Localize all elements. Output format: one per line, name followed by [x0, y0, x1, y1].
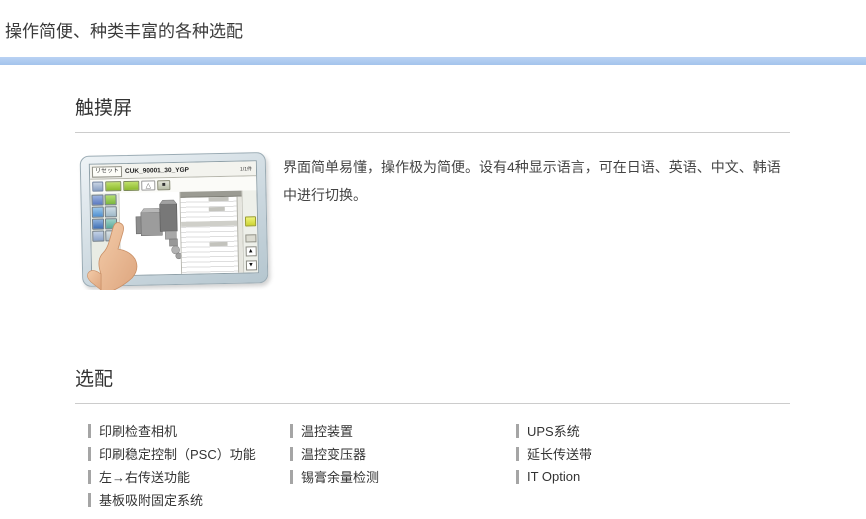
toolbar-green-button	[123, 181, 139, 191]
option-label: 印刷稳定控制（PSC）功能	[99, 444, 256, 463]
option-item: 锡膏余量检测	[290, 465, 516, 488]
touchscreen-divider	[75, 132, 790, 133]
touchscreen-description: 界面简单易懂，操作极为简便。设有4种显示语言，可在日语、英语、中文、韩语中进行切…	[283, 151, 788, 290]
options-section-heading: 选配	[75, 290, 790, 391]
option-item: 温控装置	[290, 419, 516, 442]
item-marker	[88, 470, 91, 484]
item-marker	[290, 424, 293, 438]
item-marker	[88, 424, 91, 438]
option-label: IT Option	[527, 469, 580, 484]
toolbar-green-button	[105, 181, 121, 191]
pointing-hand	[75, 208, 159, 290]
touchscreen-section-heading: 触摸屏	[75, 65, 790, 120]
option-label: 锡膏余量检测	[301, 467, 379, 486]
option-item: 印刷检查相机	[88, 419, 290, 442]
option-item: 左→右传送功能	[88, 465, 290, 488]
program-name: CUK_90001_30_YGP	[125, 166, 189, 174]
parameter-table	[179, 191, 243, 274]
options-column-1: 印刷检查相机 印刷稳定控制（PSC）功能 左→右传送功能 基板吸附固定系统	[88, 419, 290, 511]
item-marker	[290, 470, 293, 484]
accent-bar	[0, 57, 866, 65]
toolbar-icon	[92, 181, 103, 191]
page: 操作简便、种类丰富的各种选配 触摸屏 リセット CUK_90001_30_YGP…	[0, 0, 866, 519]
option-item: 延长传送带	[516, 442, 766, 465]
panel-icon	[104, 194, 116, 205]
item-marker	[516, 424, 519, 438]
table-value-cell	[209, 197, 229, 201]
options-column-2: 温控装置 温控变压器 锡膏余量检测	[290, 419, 516, 488]
options-list: 印刷检查相机 印刷稳定控制（PSC）功能 左→右传送功能 基板吸附固定系统 温控…	[88, 419, 790, 511]
scroll-up-icon: ▲	[245, 246, 256, 256]
option-item: 基板吸附固定系统	[88, 488, 290, 511]
yellow-function-button	[244, 216, 255, 226]
reset-button: リセット	[92, 166, 122, 178]
toolbar-tool-button: ■	[157, 180, 170, 190]
option-label: 温控变压器	[301, 444, 366, 463]
item-marker	[88, 447, 91, 461]
table-value-cell	[209, 242, 227, 246]
options-column-3: UPS系统 延长传送带 IT Option	[516, 419, 766, 488]
item-marker	[88, 493, 91, 507]
side-button-strip: ▲ ▼	[241, 190, 258, 272]
table-rows	[181, 197, 244, 274]
option-item: UPS系统	[516, 419, 766, 442]
option-label: 左→右传送功能	[99, 467, 190, 486]
option-item: 温控变压器	[290, 442, 516, 465]
item-marker	[516, 447, 519, 461]
option-label: 温控装置	[301, 421, 353, 440]
page-indicator: 1/1件	[240, 165, 252, 172]
item-marker	[516, 470, 519, 484]
table-value-cell	[209, 207, 225, 211]
options-divider	[75, 403, 790, 404]
content-area: 触摸屏 リセット CUK_90001_30_YGP 1/1件	[75, 65, 790, 511]
item-marker	[290, 447, 293, 461]
gray-function-button	[245, 234, 256, 242]
touchscreen-photo: リセット CUK_90001_30_YGP 1/1件 △ ■	[75, 151, 275, 290]
table-selected-row	[181, 221, 237, 227]
page-title: 操作简便、种类丰富的各种选配	[0, 0, 866, 42]
option-item: 印刷稳定控制（PSC）功能	[88, 442, 290, 465]
touchscreen-row: リセット CUK_90001_30_YGP 1/1件 △ ■	[75, 151, 790, 290]
option-label: UPS系统	[527, 421, 580, 440]
warning-triangle-icon: △	[141, 180, 155, 190]
option-label: 印刷检查相机	[99, 421, 177, 440]
option-label: 延长传送带	[527, 444, 592, 463]
panel-icon	[91, 194, 103, 205]
option-label: 基板吸附固定系统	[99, 490, 203, 509]
scroll-down-icon: ▼	[245, 260, 256, 270]
option-item: IT Option	[516, 465, 766, 488]
